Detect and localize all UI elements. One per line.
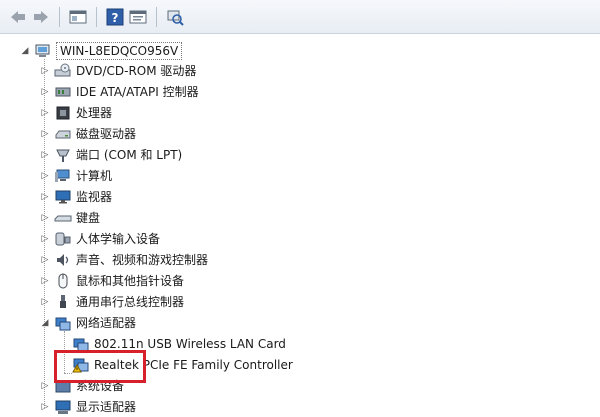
tree-item-disk-drive[interactable]: ▷ 磁盘驱动器: [40, 124, 136, 144]
tree-item-ports[interactable]: ▷ 端口 (COM 和 LPT): [40, 145, 182, 165]
toolbar-separator: [156, 6, 157, 27]
forward-button[interactable]: [31, 7, 51, 27]
hid-icon: [54, 231, 72, 247]
tree-item-label: 网络适配器: [76, 316, 137, 330]
expand-arrow-icon[interactable]: ▷: [40, 276, 50, 286]
tree-item-label: 处理器: [76, 106, 113, 120]
tree-root[interactable]: ◢ WIN-L8EDQCO956V: [20, 41, 183, 61]
expand-arrow-icon[interactable]: ▷: [40, 171, 50, 181]
expand-arrow-icon[interactable]: ▷: [40, 66, 50, 76]
tree-item-dvd-cdrom[interactable]: ▷ DVD/CD-ROM 驱动器: [40, 61, 196, 81]
svg-text:?: ?: [112, 11, 119, 25]
toolbar: ?: [0, 0, 600, 34]
scan-hardware-button[interactable]: [165, 7, 185, 27]
sound-icon: [54, 252, 72, 268]
expand-arrow-icon[interactable]: ▷: [40, 213, 50, 223]
dvd-drive-icon: [54, 63, 72, 79]
properties-icon: [129, 10, 147, 23]
console-tree-icon: [69, 10, 87, 23]
highlight-box: [54, 350, 146, 383]
tree-item-label: 通用串行总线控制器: [76, 295, 185, 309]
tree-item-label: 鼠标和其他指针设备: [76, 274, 185, 288]
tree-item-label: 显示适配器: [76, 400, 137, 414]
tree-item-label: IDE ATA/ATAPI 控制器: [76, 85, 199, 99]
tree-item-sound-video-game[interactable]: ▷ 声音、视频和游戏控制器: [40, 250, 208, 270]
device-tree: ◢ WIN-L8EDQCO956V ▷ DVD/CD-ROM 驱动器 ▷ IDE…: [0, 35, 600, 416]
tree-item-processor[interactable]: ▷ 处理器: [40, 103, 112, 123]
tree-item-network-adapters[interactable]: ◢ 网络适配器: [40, 313, 136, 333]
arrow-left-icon: [11, 10, 25, 23]
expand-arrow-icon[interactable]: ▷: [40, 402, 50, 412]
expand-arrow-icon[interactable]: ▷: [40, 87, 50, 97]
collapse-arrow-icon[interactable]: ◢: [20, 46, 30, 56]
ide-controller-icon: [54, 84, 72, 100]
toolbar-separator: [59, 6, 60, 27]
expand-arrow-icon[interactable]: ▷: [40, 108, 50, 118]
arrow-right-icon: [34, 10, 48, 23]
disk-drive-icon: [54, 126, 72, 142]
help-icon: ?: [106, 8, 124, 25]
tree-item-display-adapters[interactable]: ▷ 显示适配器: [40, 397, 136, 417]
help-button[interactable]: ?: [105, 7, 125, 27]
expand-arrow-icon[interactable]: ▷: [40, 150, 50, 160]
computer-icon: [34, 43, 52, 59]
port-icon: [54, 147, 72, 163]
tree-item-usb[interactable]: ▷ 通用串行总线控制器: [40, 292, 184, 312]
expand-arrow-icon[interactable]: ▷: [40, 129, 50, 139]
monitor-icon: [54, 189, 72, 205]
tree-item-label: 人体学输入设备: [76, 232, 161, 246]
network-adapter-icon: [54, 315, 72, 331]
mouse-icon: [54, 273, 72, 289]
tree-item-monitor[interactable]: ▷ 监视器: [40, 187, 112, 207]
keyboard-icon: [54, 210, 72, 226]
tree-item-label: 声音、视频和游戏控制器: [76, 253, 209, 267]
expand-arrow-icon[interactable]: ▷: [40, 234, 50, 244]
tree-item-label: DVD/CD-ROM 驱动器: [76, 64, 197, 78]
back-button[interactable]: [8, 7, 28, 27]
display-adapter-icon: [54, 399, 72, 415]
tree-item-label: 计算机: [76, 169, 113, 183]
expand-arrow-icon[interactable]: ▷: [40, 381, 50, 391]
tree-root-label: WIN-L8EDQCO956V: [56, 42, 183, 60]
tree-item-computer[interactable]: ▷ 计算机: [40, 166, 112, 186]
tree-item-mouse[interactable]: ▷ 鼠标和其他指针设备: [40, 271, 184, 291]
tree-item-label: 键盘: [76, 211, 101, 225]
tree-item-keyboard[interactable]: ▷ 键盘: [40, 208, 100, 228]
expand-arrow-icon[interactable]: ▷: [40, 297, 50, 307]
show-hide-tree-button[interactable]: [68, 7, 88, 27]
usb-icon: [54, 294, 72, 310]
tree-item-label: 磁盘驱动器: [76, 127, 137, 141]
tree-item-hid[interactable]: ▷ 人体学输入设备: [40, 229, 160, 249]
tree-item-ide-controller[interactable]: ▷ IDE ATA/ATAPI 控制器: [40, 82, 199, 102]
toolbar-separator: [96, 6, 97, 27]
expand-arrow-icon[interactable]: ▷: [40, 255, 50, 265]
scan-hardware-icon: [167, 10, 184, 26]
expand-arrow-icon[interactable]: ▷: [40, 192, 50, 202]
properties-button[interactable]: [128, 7, 148, 27]
tree-item-label: 端口 (COM 和 LPT): [76, 148, 183, 162]
processor-icon: [54, 105, 72, 121]
tree-item-label: 监视器: [76, 190, 113, 204]
computer-icon: [54, 168, 72, 184]
collapse-arrow-icon[interactable]: ◢: [40, 318, 50, 328]
